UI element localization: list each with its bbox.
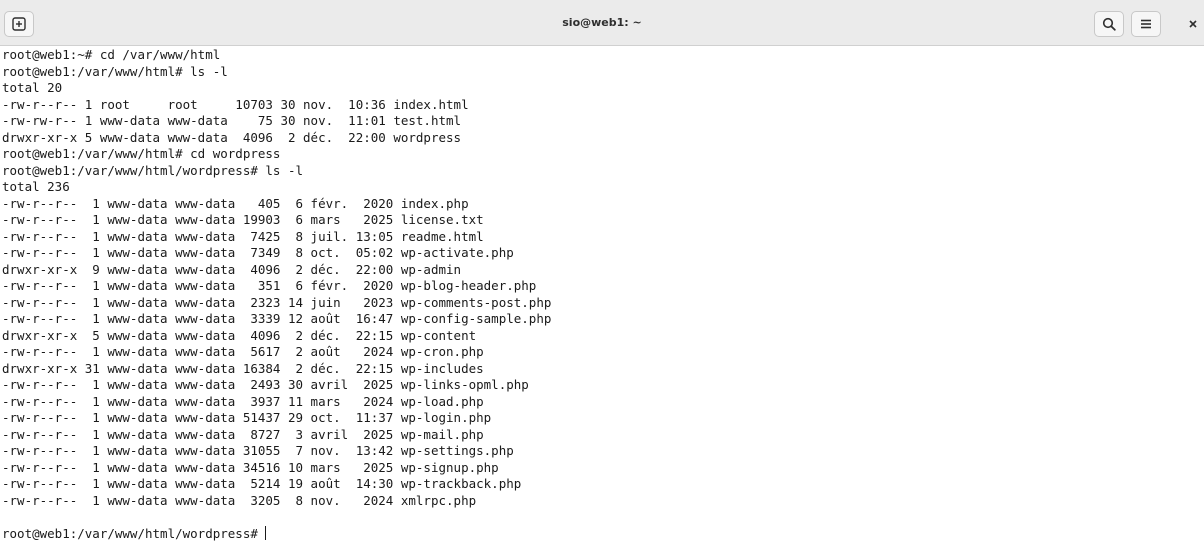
close-button[interactable] <box>1184 12 1202 36</box>
terminal-line: -rw-r--r-- 1 www-data www-data 2323 14 j… <box>2 294 552 310</box>
terminal-output[interactable]: root@web1:~# cd /var/www/html root@web1:… <box>0 46 1204 547</box>
terminal-line: -rw-r--r-- 1 www-data www-data 3937 11 m… <box>2 393 484 409</box>
window-title: sio@web1: ~ <box>562 16 642 29</box>
terminal-line: -rw-r--r-- 1 www-data www-data 5214 19 a… <box>2 476 522 491</box>
terminal-line: -rw-r--r-- 1 www-data www-data 7349 8 oc… <box>2 245 514 260</box>
terminal-line: -rw-rw-r-- 1 www-data www-data 75 30 nov… <box>2 113 462 128</box>
terminal-window: sio@web1: ~ root@web1:~# cd /var/www/htm… <box>0 0 1204 547</box>
terminal-line: drwxr-xr-x 31 www-data www-data 16384 2 … <box>2 360 484 376</box>
terminal-line: -rw-r--r-- 1 www-data www-data 19903 6 m… <box>2 212 484 227</box>
terminal-line: -rw-r--r-- 1 www-data www-data 31055 7 n… <box>2 443 514 458</box>
terminal-line: -rw-r--r-- 1 root root 10703 30 nov. 10:… <box>2 96 469 112</box>
new-tab-button[interactable] <box>4 11 34 37</box>
terminal-line: -rw-r--r-- 1 www-data www-data 34516 10 … <box>2 459 499 475</box>
terminal-line: root@web1:/var/www/html# cd wordpress <box>2 146 281 161</box>
terminal-prompt: root@web1:/var/www/html/wordpress# <box>2 525 266 541</box>
terminal-line: total 20 <box>2 80 63 95</box>
header-bar: sio@web1: ~ <box>0 0 1204 46</box>
terminal-line: drwxr-xr-x 5 www-data www-data 4096 2 dé… <box>2 129 462 145</box>
terminal-prompt-line[interactable]: root@web1:/var/www/html/wordpress# <box>2 525 1204 543</box>
terminal-line: -rw-r--r-- 1 www-data www-data 351 6 fév… <box>2 278 537 293</box>
terminal-line: -rw-r--r-- 1 www-data www-data 51437 29 … <box>2 410 492 425</box>
terminal-line: root@web1:/var/www/html# ls -l <box>2 63 228 79</box>
menu-button[interactable] <box>1131 11 1161 37</box>
terminal-line: -rw-r--r-- 1 www-data www-data 7425 8 ju… <box>2 228 484 244</box>
search-icon <box>1102 17 1116 31</box>
terminal-line: -rw-r--r-- 1 www-data www-data 405 6 fév… <box>2 195 469 211</box>
terminal-line: -rw-r--r-- 1 www-data www-data 2493 30 a… <box>2 377 529 392</box>
terminal-line: total 236 <box>2 179 70 194</box>
text-cursor <box>265 525 267 540</box>
terminal-line: root@web1:~# cd /var/www/html <box>2 47 221 62</box>
hamburger-menu-icon <box>1141 19 1151 29</box>
terminal-line: root@web1:/var/www/html/wordpress# ls -l <box>2 162 304 178</box>
terminal-line: drwxr-xr-x 9 www-data www-data 4096 2 dé… <box>2 261 462 277</box>
terminal-line: -rw-r--r-- 1 www-data www-data 3339 12 a… <box>2 311 552 326</box>
terminal-line: -rw-r--r-- 1 www-data www-data 5617 2 ao… <box>2 344 484 359</box>
search-button[interactable] <box>1094 11 1124 37</box>
terminal-line: drwxr-xr-x 5 www-data www-data 4096 2 dé… <box>2 327 477 343</box>
terminal-line: -rw-r--r-- 1 www-data www-data 8727 3 av… <box>2 426 484 442</box>
close-icon <box>1189 20 1197 28</box>
terminal-line: -rw-r--r-- 1 www-data www-data 3205 8 no… <box>2 492 477 508</box>
new-tab-icon <box>12 17 26 31</box>
